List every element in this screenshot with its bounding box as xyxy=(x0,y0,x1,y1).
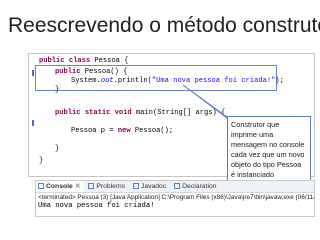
problems-icon xyxy=(88,183,95,189)
tab-console[interactable]: Console ✕ xyxy=(36,181,85,192)
tab-javadoc[interactable]: Javadoc xyxy=(131,181,170,192)
tab-declaration-label: Declaration xyxy=(182,183,217,190)
code-line-close-constructor: } xyxy=(55,86,60,94)
code-line-main: public static void main(String[] args) { xyxy=(55,109,226,117)
code-line-new: Pessoa p = new Pessoa(); xyxy=(71,127,174,135)
tab-problems-label: Problems xyxy=(96,183,126,190)
tab-console-label: Console xyxy=(46,183,73,190)
code-line-class: public class Pessoa { xyxy=(39,57,129,65)
console-icon xyxy=(38,183,44,189)
breakpoint-marker xyxy=(32,120,34,126)
tab-declaration[interactable]: Declaration xyxy=(172,181,220,192)
javadoc-icon xyxy=(132,183,139,189)
tab-problems[interactable]: Problems xyxy=(86,181,129,192)
console-output: Uma nova pessoa foi criada! xyxy=(38,202,155,210)
code-line-close-main: } xyxy=(55,145,60,153)
terminated-status: <terminated> Pessoa (3) [Java Applicatio… xyxy=(38,194,315,201)
console-tab-bar: Console ✕ Problems Javadoc Declaration xyxy=(36,181,314,193)
code-line-constructor: public Pessoa() { xyxy=(55,68,128,76)
console-panel: Console ✕ Problems Javadoc Declaration <… xyxy=(35,180,315,217)
declaration-icon xyxy=(174,183,181,189)
slide-title: Reescrevendo o método construtor xyxy=(8,14,320,37)
code-line-println: System.out.println("Uma nova pessoa foi … xyxy=(71,77,284,85)
code-line-close-class: } xyxy=(39,157,44,165)
tab-javadoc-label: Javadoc xyxy=(140,183,167,190)
breakpoint-marker xyxy=(32,70,34,76)
